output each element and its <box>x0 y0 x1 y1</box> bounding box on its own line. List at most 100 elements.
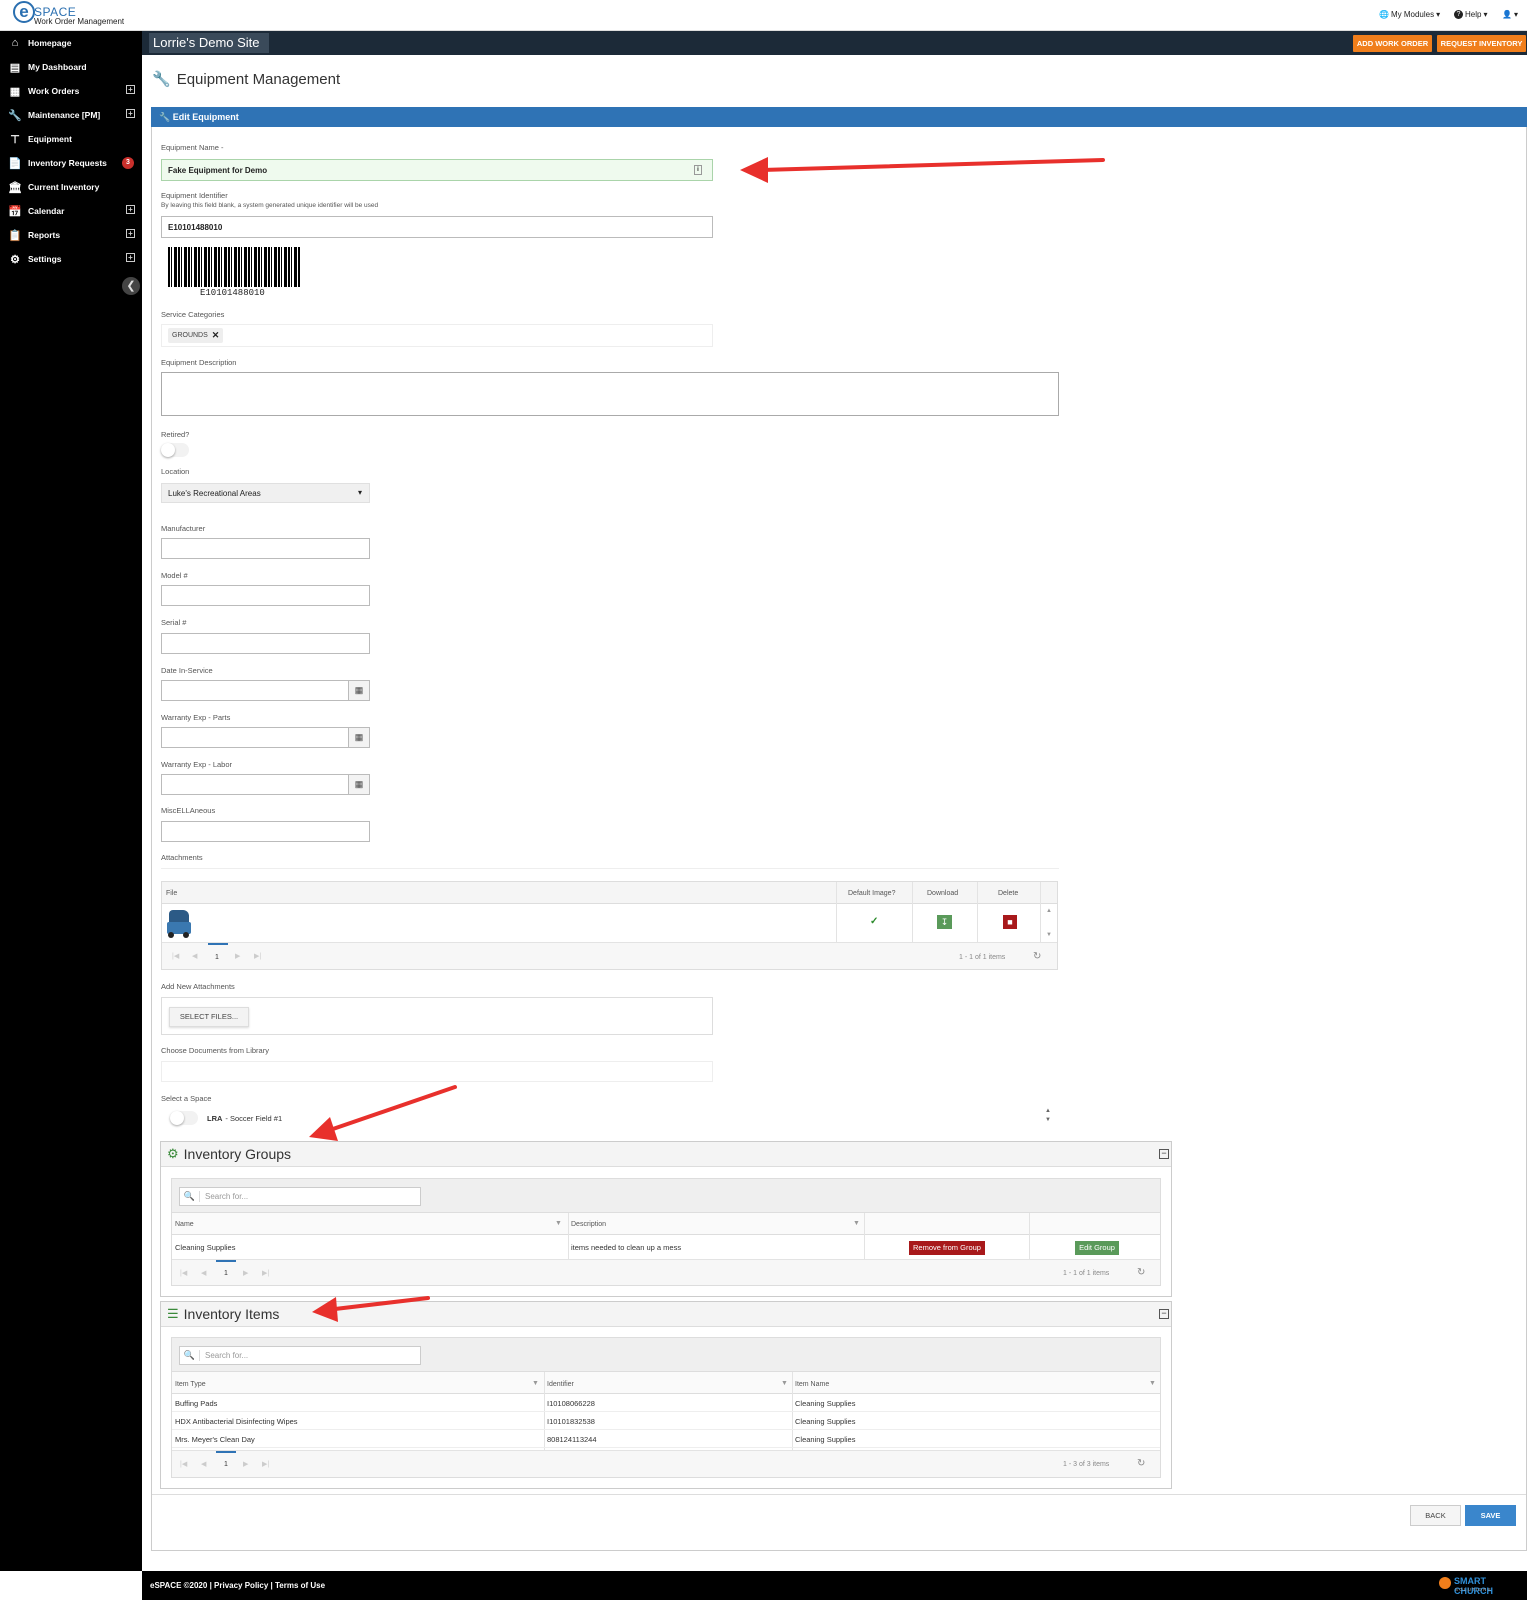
first-page-icon[interactable]: |◀ <box>180 1460 187 1468</box>
item-type-cell: Mrs. Meyer's Clean Day <box>175 1435 255 1444</box>
scroll-up-icon[interactable]: ▲ <box>1046 908 1052 914</box>
edit-group-button[interactable]: Edit Group <box>1075 1241 1119 1255</box>
expand-icon[interactable]: + <box>126 253 135 262</box>
table-row[interactable]: HDX Antibacterial Disinfecting Wipes I10… <box>172 1412 1160 1430</box>
privacy-policy-link[interactable]: Privacy Policy <box>214 1581 268 1590</box>
filter-icon[interactable]: ▼ <box>532 1380 539 1387</box>
equipment-description-textarea[interactable] <box>161 372 1059 416</box>
remove-from-group-button[interactable]: Remove from Group <box>909 1241 985 1255</box>
identifier-field[interactable]: E10101488010 <box>161 216 713 238</box>
column-header-item-type: Item Type <box>175 1381 206 1388</box>
scroll-down-icon[interactable]: ▼ <box>1046 932 1052 938</box>
page-number[interactable]: 1 <box>224 1461 228 1468</box>
next-page-icon[interactable]: ▶ <box>243 1269 248 1277</box>
sidebar-item-label: Calendar <box>28 206 65 216</box>
location-select[interactable]: Luke's Recreational Areas ▾ <box>161 483 370 503</box>
upload-dropzone[interactable]: SELECT FILES... <box>161 997 713 1035</box>
warranty-labor-field[interactable] <box>161 774 349 795</box>
last-page-icon[interactable]: ▶| <box>262 1269 269 1277</box>
table-row[interactable]: Mrs. Meyer's Clean Day 808124113244 Clea… <box>172 1430 1160 1448</box>
sidebar-item-current-inventory[interactable]: 🏛 Current Inventory <box>0 175 142 199</box>
calendar-icon[interactable]: ▦ <box>348 774 370 795</box>
delete-icon[interactable]: ■ <box>1003 915 1017 929</box>
table-row[interactable]: Buffing Pads I10108066228 Cleaning Suppl… <box>172 1394 1160 1412</box>
last-page-icon[interactable]: ▶| <box>262 1460 269 1468</box>
equipment-icon: ⊤ <box>10 133 20 146</box>
my-modules-menu[interactable]: 🌐 My Modules ▾ <box>1379 10 1440 19</box>
search-icon: 🔍 <box>180 1191 200 1202</box>
help-menu[interactable]: ? Help ▾ <box>1454 10 1487 19</box>
sidebar-item-reports[interactable]: 📋 Reports + <box>0 223 142 247</box>
page-number[interactable]: 1 <box>224 1270 228 1277</box>
back-button[interactable]: BACK <box>1410 1505 1461 1526</box>
prev-page-icon[interactable]: ◀ <box>201 1460 206 1468</box>
service-categories-field[interactable]: GROUNDS ✕ <box>161 324 713 347</box>
space-toggle[interactable] <box>170 1111 198 1125</box>
filter-icon[interactable]: ▼ <box>555 1220 562 1227</box>
expand-icon[interactable]: + <box>126 109 135 118</box>
inventory-groups-header: ⚙ Inventory Groups <box>161 1142 1171 1167</box>
sidebar-item-label: Settings <box>28 254 62 264</box>
sidebar-item-settings[interactable]: ⚙ Settings + <box>0 247 142 271</box>
expand-icon[interactable]: + <box>126 85 135 94</box>
download-icon[interactable]: ↧ <box>937 915 952 929</box>
filter-icon[interactable]: ▼ <box>853 1220 860 1227</box>
equipment-name-field[interactable]: Fake Equipment for Demo i <box>161 159 713 181</box>
select-files-button[interactable]: SELECT FILES... <box>169 1007 249 1027</box>
page-number[interactable]: 1 <box>215 954 219 961</box>
sidebar-item-homepage[interactable]: ⌂ Homepage <box>0 31 142 55</box>
save-button[interactable]: SAVE <box>1465 1505 1516 1526</box>
request-inventory-button[interactable]: REQUEST INVENTORY <box>1437 35 1526 52</box>
sidebar-item-calendar[interactable]: 📅 Calendar + <box>0 199 142 223</box>
sidebar-item-maintenance[interactable]: 🔧 Maintenance [PM] + <box>0 103 142 127</box>
active-page-indicator <box>208 943 228 945</box>
refresh-icon[interactable]: ↻ <box>1137 1458 1145 1469</box>
sidebar-item-inventory-requests[interactable]: 📄 Inventory Requests 3 <box>0 151 142 175</box>
misc-field[interactable] <box>161 821 370 842</box>
filter-icon[interactable]: ▼ <box>781 1380 788 1387</box>
add-work-order-button[interactable]: ADD WORK ORDER <box>1353 35 1432 52</box>
prev-page-icon[interactable]: ◀ <box>192 952 197 960</box>
sidebar-item-work-orders[interactable]: ▦ Work Orders + <box>0 79 142 103</box>
space-scroll-arrows[interactable]: ▲ ▼ <box>1045 1107 1051 1125</box>
manufacturer-field[interactable] <box>161 538 370 559</box>
model-label: Model # <box>161 571 188 580</box>
attachment-thumbnail[interactable] <box>166 908 192 938</box>
collapse-panel-icon[interactable]: − <box>1159 1309 1169 1319</box>
user-menu[interactable]: 👤 ▾ <box>1502 10 1518 19</box>
expand-icon[interactable]: + <box>126 229 135 238</box>
first-page-icon[interactable]: |◀ <box>180 1269 187 1277</box>
inventory-groups-search[interactable]: 🔍 Search for... <box>179 1187 421 1206</box>
collapse-panel-icon[interactable]: − <box>1159 1149 1169 1159</box>
active-page-indicator <box>216 1451 236 1453</box>
remove-tag-icon[interactable]: ✕ <box>212 330 220 341</box>
retired-toggle[interactable] <box>161 443 189 457</box>
calendar-icon[interactable]: ▦ <box>348 680 370 701</box>
calendar-icon[interactable]: ▦ <box>348 727 370 748</box>
model-field[interactable] <box>161 585 370 606</box>
espace-logo[interactable]: e <box>13 1 35 23</box>
last-page-icon[interactable]: ▶| <box>254 952 261 960</box>
collapse-sidebar-icon[interactable]: ❮ <box>122 277 140 295</box>
inventory-items-search[interactable]: 🔍 Search for... <box>179 1346 421 1365</box>
refresh-icon[interactable]: ↻ <box>1137 1267 1145 1278</box>
service-category-tag: GROUNDS ✕ <box>168 328 224 343</box>
terms-of-use-link[interactable]: Terms of Use <box>275 1581 325 1590</box>
equipment-name-value: Fake Equipment for Demo <box>168 165 268 175</box>
sidebar-item-equipment[interactable]: ⊤ Equipment <box>0 127 142 151</box>
filter-icon[interactable]: ▼ <box>1149 1380 1156 1387</box>
identifier-value: E10101488010 <box>168 222 223 232</box>
expand-icon[interactable]: + <box>126 205 135 214</box>
first-page-icon[interactable]: |◀ <box>172 952 179 960</box>
serial-field[interactable] <box>161 633 370 654</box>
sidebar-item-my-dashboard[interactable]: ▤ My Dashboard <box>0 55 142 79</box>
next-page-icon[interactable]: ▶ <box>235 952 240 960</box>
choose-docs-field[interactable] <box>161 1061 713 1082</box>
prev-page-icon[interactable]: ◀ <box>201 1269 206 1277</box>
smart-church-sub: S O L U T I O N S <box>1455 1587 1491 1592</box>
next-page-icon[interactable]: ▶ <box>243 1460 248 1468</box>
warranty-parts-field[interactable] <box>161 727 349 748</box>
refresh-icon[interactable]: ↻ <box>1033 951 1041 962</box>
date-in-service-field[interactable] <box>161 680 349 701</box>
caret-down-icon: ▾ <box>1513 10 1518 19</box>
